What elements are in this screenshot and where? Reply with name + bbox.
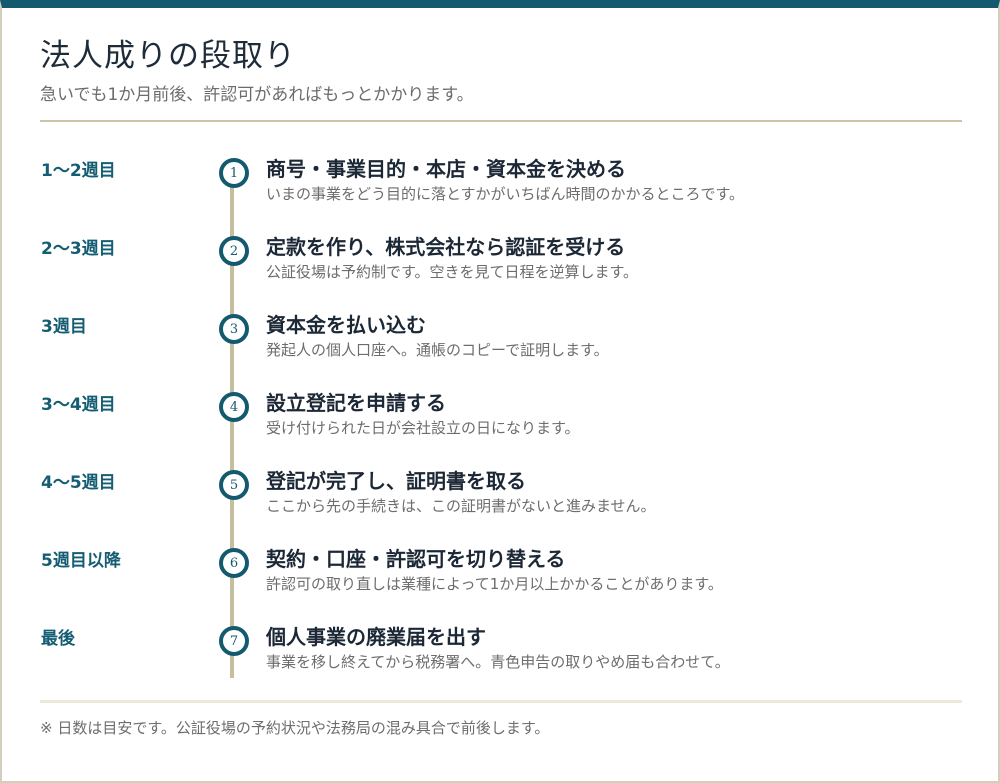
step-week: 1〜2週目 — [41, 161, 116, 181]
timeline-step: 3〜4週目 4 設立登記を申請する 受け付けられた日が会社設立の日になります。 — [2, 390, 1000, 468]
footer-divider — [40, 700, 962, 703]
step-marker: 4 — [219, 392, 249, 422]
page-subtitle: 急いでも1か月前後、許認可があればもっとかかります。 — [40, 85, 474, 105]
step-title: 登記が完了し、証明書を取る — [266, 469, 526, 493]
step-number: 1 — [229, 165, 239, 181]
step-marker: 1 — [219, 158, 249, 188]
timeline-step: 4〜5週目 5 登記が完了し、証明書を取る ここから先の手続きは、この証明書がな… — [2, 468, 1000, 546]
step-description: 公証役場は予約制です。空きを見て日程を逆算します。 — [266, 263, 639, 281]
step-title: 設立登記を申請する — [266, 391, 446, 415]
step-marker: 7 — [219, 626, 249, 656]
step-description: 発起人の個人口座へ。通帳のコピーで証明します。 — [266, 341, 609, 359]
step-title: 契約・口座・許認可を切り替える — [266, 547, 566, 571]
step-marker: 2 — [219, 236, 249, 266]
step-marker: 6 — [219, 548, 249, 578]
step-title: 定款を作り、株式会社なら認証を受ける — [266, 235, 626, 259]
timeline-step: 1〜2週目 1 商号・事業目的・本店・資本金を決める いまの事業をどう目的に落と… — [2, 156, 1000, 234]
timeline-step: 2〜3週目 2 定款を作り、株式会社なら認証を受ける 公証役場は予約制です。空き… — [2, 234, 1000, 312]
step-number: 3 — [229, 321, 239, 337]
step-week: 最後 — [41, 629, 75, 649]
step-week: 4〜5週目 — [41, 473, 116, 493]
step-description: いまの事業をどう目的に落とすかがいちばん時間のかかるところです。 — [266, 185, 745, 203]
timeline-step: 最後 7 個人事業の廃業届を出す 事業を移し終えてから税務署へ。青色申告の取りや… — [2, 624, 1000, 702]
timeline-step: 3週目 3 資本金を払い込む 発起人の個人口座へ。通帳のコピーで証明します。 — [2, 312, 1000, 390]
timeline-panel: 法人成りの段取り 急いでも1か月前後、許認可があればもっとかかります。 1〜2週… — [0, 0, 1000, 783]
step-marker: 5 — [219, 470, 249, 500]
step-title: 商号・事業目的・本店・資本金を決める — [266, 157, 626, 181]
footnote: ※ 日数は目安です。公証役場の予約状況や法務局の混み具合で前後します。 — [40, 719, 550, 737]
step-marker: 3 — [219, 314, 249, 344]
step-week: 2〜3週目 — [41, 239, 116, 259]
step-week: 3週目 — [41, 317, 87, 337]
step-description: 受け付けられた日が会社設立の日になります。 — [266, 419, 580, 437]
step-week: 5週目以降 — [41, 551, 121, 571]
step-number: 6 — [229, 555, 239, 571]
step-number: 4 — [229, 399, 239, 415]
step-description: 事業を移し終えてから税務署へ。青色申告の取りやめ届も合わせて。 — [266, 653, 730, 671]
step-description: 許認可の取り直しは業種によって1か月以上かかることがあります。 — [266, 575, 723, 593]
step-title: 資本金を払い込む — [266, 313, 426, 337]
timeline-step: 5週目以降 6 契約・口座・許認可を切り替える 許認可の取り直しは業種によって1… — [2, 546, 1000, 624]
step-number: 2 — [229, 243, 239, 259]
header-divider — [40, 120, 962, 122]
step-number: 5 — [229, 477, 239, 493]
step-week: 3〜4週目 — [41, 395, 116, 415]
step-number: 7 — [229, 633, 239, 649]
page-title: 法人成りの段取り — [40, 38, 296, 74]
step-description: ここから先の手続きは、この証明書がないと進みません。 — [266, 497, 656, 515]
step-title: 個人事業の廃業届を出す — [266, 625, 486, 649]
